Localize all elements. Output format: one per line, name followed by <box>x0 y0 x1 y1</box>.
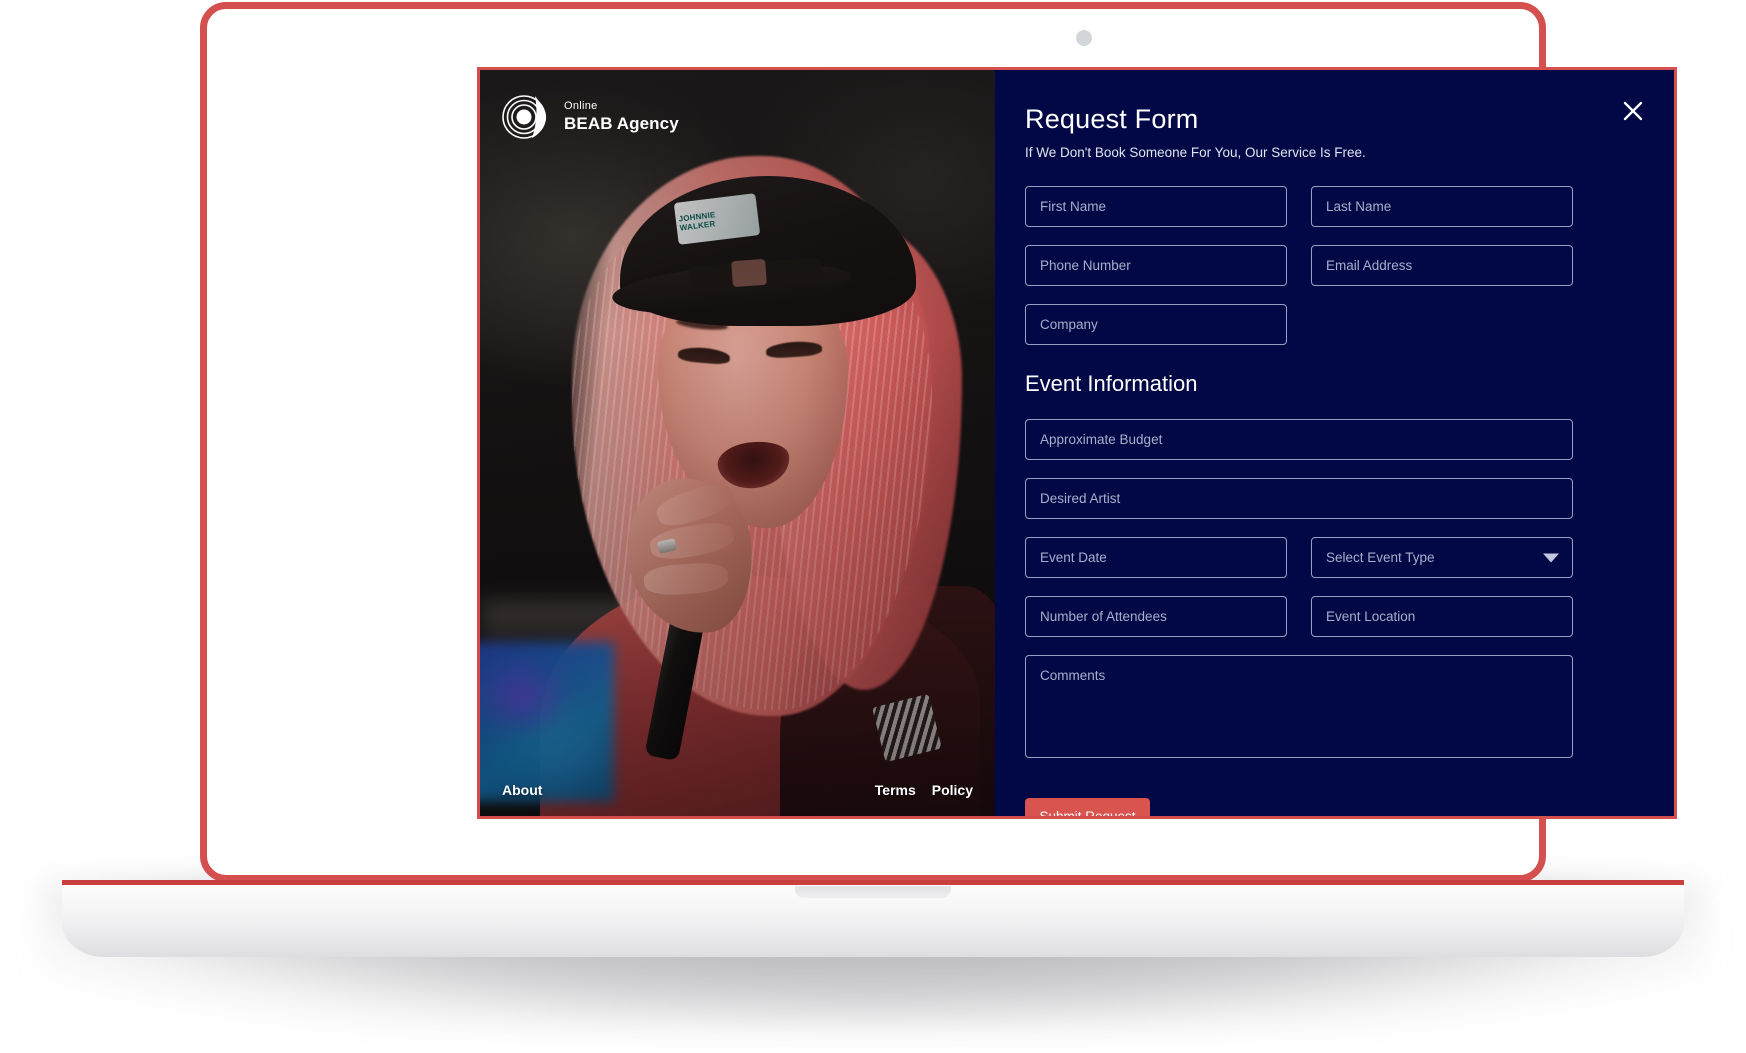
camera-dot-icon <box>1076 30 1092 46</box>
contact-row <box>1025 245 1634 286</box>
footer-link-terms[interactable]: Terms <box>875 782 916 798</box>
screenshot-root: JOHNNIE WALKER Online BEAB Agency About … <box>0 0 1746 1053</box>
first-name-input[interactable] <box>1025 186 1287 227</box>
request-form-modal: JOHNNIE WALKER Online BEAB Agency About … <box>477 67 1677 819</box>
form-subtitle: If We Don't Book Someone For You, Our Se… <box>1025 145 1366 160</box>
close-x-icon <box>1623 101 1643 121</box>
brand-sub-label: Online <box>564 99 598 112</box>
event-type-select[interactable] <box>1311 537 1573 578</box>
brand-logo[interactable]: Online BEAB Agency <box>502 92 679 142</box>
page-title: Request Form <box>1025 104 1199 134</box>
approximate-budget-input[interactable] <box>1025 419 1573 460</box>
submit-request-button[interactable]: Submit Request <box>1025 798 1150 816</box>
brand-title: BEAB Agency <box>564 114 679 134</box>
number-of-attendees-input[interactable] <box>1025 596 1287 637</box>
form-panel: Request Form If We Don't Book Someone Fo… <box>995 70 1674 816</box>
email-address-input[interactable] <box>1311 245 1573 286</box>
footer-link-policy[interactable]: Policy <box>932 782 973 798</box>
laptop-base-notch <box>795 886 951 898</box>
phone-number-input[interactable] <box>1025 245 1287 286</box>
vinyl-record-music-note-logo-icon <box>502 95 547 139</box>
date-type-row <box>1025 537 1634 578</box>
artist-row <box>1025 478 1634 519</box>
budget-row <box>1025 419 1634 460</box>
company-input[interactable] <box>1025 304 1287 345</box>
laptop-lid: JOHNNIE WALKER Online BEAB Agency About … <box>200 2 1677 882</box>
comments-row <box>1025 655 1634 758</box>
last-name-input[interactable] <box>1311 186 1573 227</box>
desired-artist-input[interactable] <box>1025 478 1573 519</box>
company-row <box>1025 304 1634 345</box>
comments-textarea[interactable] <box>1025 655 1573 758</box>
hero-image-panel: JOHNNIE WALKER Online BEAB Agency About … <box>480 70 995 816</box>
name-row <box>1025 186 1634 227</box>
event-date-input[interactable] <box>1025 537 1287 578</box>
footer-link-about[interactable]: About <box>502 782 542 798</box>
close-button[interactable] <box>1618 96 1648 126</box>
attendees-location-row <box>1025 596 1634 637</box>
event-information-heading: Event Information <box>1025 371 1198 396</box>
photo-footer: About Terms Policy <box>480 782 995 798</box>
event-location-input[interactable] <box>1311 596 1573 637</box>
singer-photo: JOHNNIE WALKER <box>480 70 995 816</box>
